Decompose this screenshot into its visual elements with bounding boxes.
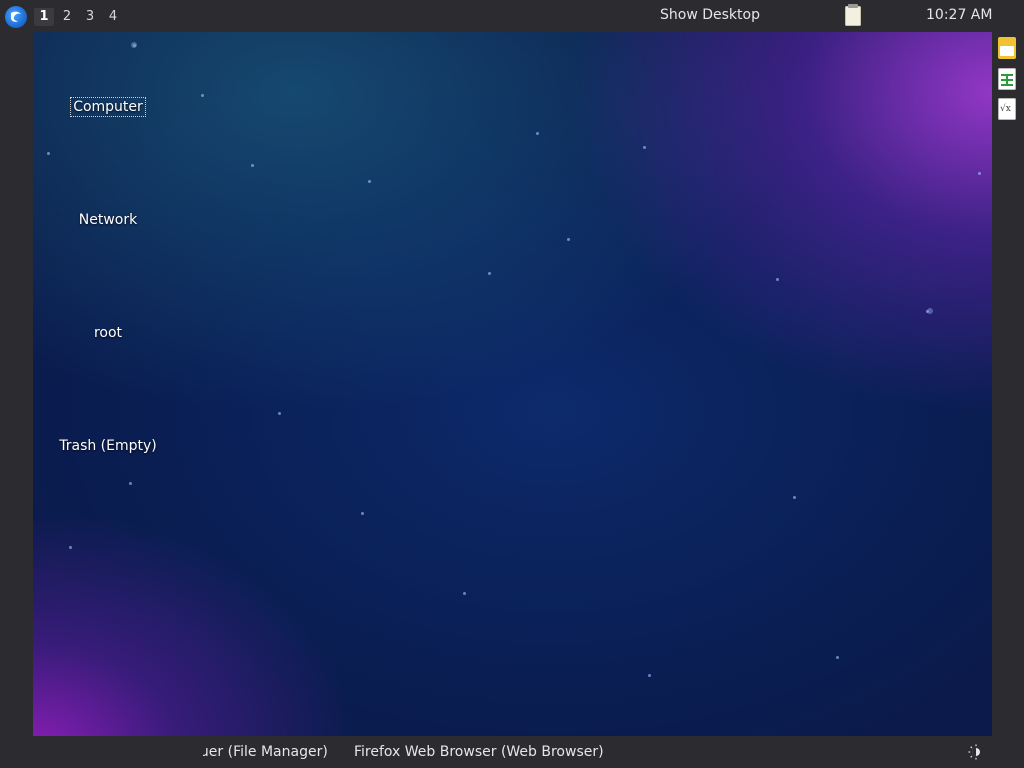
desktop-wallpaper[interactable]: Computer Network root Trash (Empty)	[33, 32, 992, 736]
star	[69, 546, 72, 549]
workspace-1[interactable]: 1	[34, 8, 54, 26]
workspace-3[interactable]: 3	[80, 8, 100, 26]
clock[interactable]: 10:27 AM	[926, 7, 992, 23]
star	[793, 496, 796, 499]
bottom-panel: ɹer (File Manager) Firefox Web Browser (…	[0, 736, 1024, 768]
night-mode-icon[interactable]	[968, 744, 984, 760]
desktop-icon-label: Network	[78, 212, 138, 228]
top-panel: 1 2 3 4 Show Desktop 10:27 AM	[0, 0, 1024, 32]
desktop-icon-label: root	[93, 325, 123, 341]
star	[251, 164, 254, 167]
star	[643, 146, 646, 149]
star	[201, 94, 204, 97]
screen: 1 2 3 4 Show Desktop 10:27 AM Computer N…	[0, 0, 1024, 768]
star	[47, 152, 50, 155]
desktop-icon-root[interactable]: root	[53, 324, 163, 342]
star	[361, 512, 364, 515]
show-desktop-button[interactable]: Show Desktop	[660, 7, 760, 23]
star	[836, 656, 839, 659]
star	[463, 592, 466, 595]
notes-icon[interactable]	[845, 4, 861, 26]
desktop-icon-computer[interactable]: Computer	[53, 97, 163, 117]
star	[567, 238, 570, 241]
formula-document-icon[interactable]	[998, 98, 1016, 120]
spreadsheet-icon[interactable]	[998, 68, 1016, 90]
distro-logo-icon[interactable]	[5, 6, 27, 28]
star	[278, 412, 281, 415]
star	[368, 180, 371, 183]
desktop-icon-label: Computer	[70, 97, 146, 117]
taskbar-item-firefox[interactable]: Firefox Web Browser (Web Browser)	[354, 744, 604, 760]
workspace-2[interactable]: 2	[57, 8, 77, 26]
star	[978, 172, 981, 175]
desktop-icon-network[interactable]: Network	[53, 211, 163, 229]
star	[131, 42, 137, 48]
star	[648, 674, 651, 677]
folder-icon[interactable]	[998, 37, 1016, 59]
desktop-icon-label: Trash (Empty)	[59, 438, 157, 454]
star	[536, 132, 539, 135]
workspace-switcher: 1 2 3 4	[34, 8, 126, 26]
star	[488, 272, 491, 275]
star	[927, 308, 933, 314]
star	[129, 482, 132, 485]
star	[776, 278, 779, 281]
workspace-4[interactable]: 4	[103, 8, 123, 26]
desktop-icon-trash[interactable]: Trash (Empty)	[53, 437, 163, 455]
taskbar-item-file-manager[interactable]: ɹer (File Manager)	[203, 744, 328, 760]
